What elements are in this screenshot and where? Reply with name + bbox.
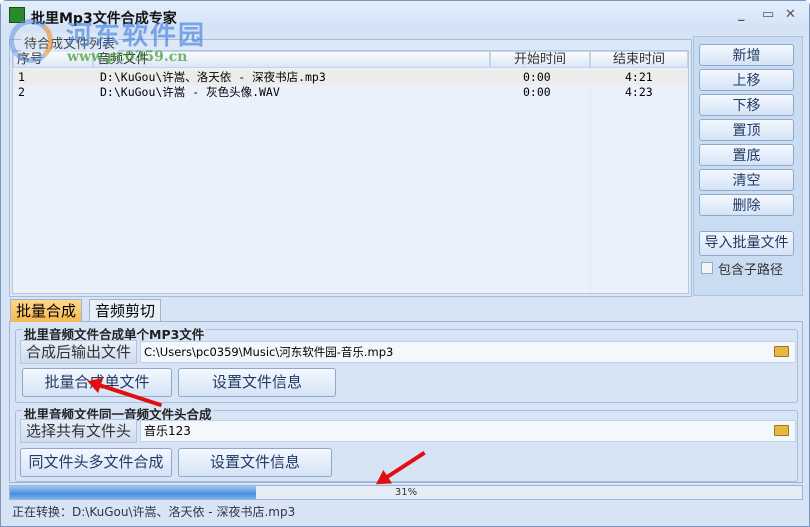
move-down-button[interactable]: 下移	[699, 94, 794, 116]
move-up-button[interactable]: 上移	[699, 69, 794, 91]
move-bottom-button[interactable]: 置底	[699, 144, 794, 166]
tab-audio-cut[interactable]: 音频剪切	[89, 299, 162, 322]
watermark-url: www.pc0359.cn	[67, 49, 188, 65]
common-header-input[interactable]: 音乐123	[140, 420, 796, 442]
row-end: 4:21	[625, 70, 653, 84]
watermark-logo	[9, 19, 53, 63]
set-file-info-button-2[interactable]: 设置文件信息	[178, 448, 332, 477]
folder-open-icon[interactable]	[774, 346, 789, 357]
add-button[interactable]: 新增	[699, 44, 794, 66]
clear-button[interactable]: 清空	[699, 169, 794, 191]
row-file: D:\KuGou\许嵩、洛天依 - 深夜书店.mp3	[100, 70, 326, 84]
set-file-info-button-1[interactable]: 设置文件信息	[178, 368, 336, 397]
col-header-start[interactable]: 开始时间	[490, 51, 590, 68]
row-start: 0:00	[523, 85, 551, 99]
row-index: 2	[18, 85, 25, 99]
table-row[interactable]: 2 D:\KuGou\许嵩 - 灰色头像.WAV 0:00 4:23	[13, 85, 688, 100]
row-index: 1	[18, 70, 25, 84]
import-batch-button[interactable]: 导入批量文件	[699, 231, 794, 256]
move-top-button[interactable]: 置顶	[699, 119, 794, 141]
output-file-input[interactable]: C:\Users\pc0359\Music\河东软件园-音乐.mp3	[140, 341, 796, 363]
file-list[interactable]: 序号 音频文件 开始时间 结束时间 1 D:\KuGou\许嵩、洛天依 - 深夜…	[12, 50, 689, 294]
common-header-label: 选择共有文件头	[20, 419, 138, 443]
same-header-merge-button[interactable]: 同文件头多文件合成	[20, 448, 172, 477]
row-end: 4:23	[625, 85, 653, 99]
progress-bar: 31%	[9, 485, 803, 500]
row-file: D:\KuGou\许嵩 - 灰色头像.WAV	[100, 85, 280, 99]
app-window: 批里Mp3文件合成专家 _ ▭ ✕ 序号 音频文件 开始时间 结束时间 1 D:…	[0, 0, 810, 527]
table-row[interactable]: 1 D:\KuGou\许嵩、洛天依 - 深夜书店.mp3 0:00 4:21	[13, 70, 688, 85]
minimize-button[interactable]: _	[738, 7, 745, 22]
delete-button[interactable]: 删除	[699, 194, 794, 216]
status-text: 正在转换：D:\KuGou\许嵩、洛天依 - 深夜书店.mp3	[12, 505, 296, 519]
batch-merge-panel: 批里音频文件合成单个MP3文件 合成后输出文件 C:\Users\pc0359\…	[9, 321, 803, 483]
folder-open-icon[interactable]	[774, 425, 789, 436]
include-subpath-checkbox[interactable]	[701, 262, 713, 274]
include-subpath-label: 包含子路径	[718, 263, 784, 278]
col-header-end[interactable]: 结束时间	[590, 51, 688, 68]
output-file-label: 合成后输出文件	[20, 340, 138, 364]
row-start: 0:00	[523, 70, 551, 84]
progress-label: 31%	[394, 487, 418, 498]
tab-batch-merge[interactable]: 批量合成	[10, 299, 83, 322]
maximize-button[interactable]: ▭	[762, 7, 774, 22]
watermark-name: 河东软件园	[66, 21, 207, 51]
close-button[interactable]: ✕	[785, 7, 796, 22]
